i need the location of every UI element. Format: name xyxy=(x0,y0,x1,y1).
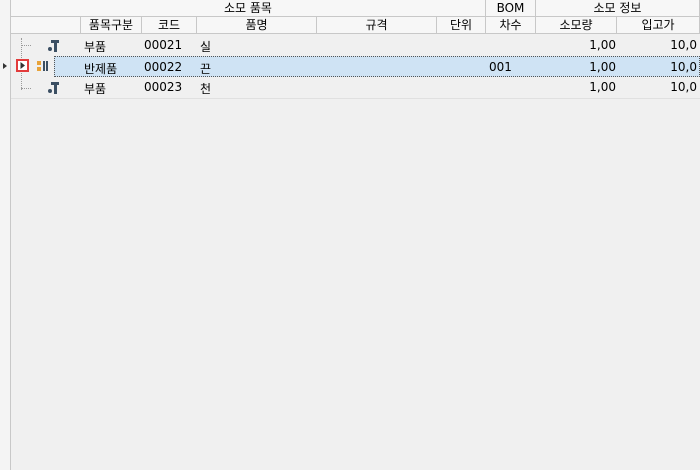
cell-code: 00021 xyxy=(144,38,183,52)
group-header-bom[interactable]: BOM xyxy=(486,0,536,17)
table-row[interactable]: 부품 00023 천 1,00 10,0 xyxy=(11,77,700,98)
header-unit[interactable]: 단위 xyxy=(437,17,486,34)
group-header-consume-info[interactable]: 소모 정보 xyxy=(536,0,700,17)
part-icon xyxy=(48,40,59,52)
cell-consumption: 1,00 xyxy=(589,80,616,94)
cell-unit-price: 10,0 xyxy=(670,60,697,74)
bom-grid[interactable]: 소모 품목 BOM 소모 정보 품목구분 코드 품명 규격 단위 차수 소모량 … xyxy=(0,0,700,470)
header-item-name[interactable]: 품명 xyxy=(197,17,317,34)
grid-bottom-divider xyxy=(11,98,700,99)
cell-item-name: 천 xyxy=(200,82,212,96)
cell-unit-price: 10,0 xyxy=(670,80,697,94)
cell-consumption: 1,00 xyxy=(589,60,616,74)
cell-unit-price: 10,0 xyxy=(670,38,697,52)
table-row[interactable]: 부품 00021 실 1,00 10,0 xyxy=(11,35,700,56)
cell-code: 00022 xyxy=(144,60,183,74)
cell-item-name: 끈 xyxy=(200,62,212,76)
header-item-type[interactable]: 품목구분 xyxy=(81,17,142,34)
expand-toggle-icon[interactable] xyxy=(16,59,29,72)
group-header-consumed-item[interactable]: 소모 품목 xyxy=(11,0,486,17)
header-consumption[interactable]: 소모량 xyxy=(536,17,617,34)
header-unit-price[interactable]: 입고가 xyxy=(617,17,700,34)
header-tree xyxy=(11,17,81,34)
header-code[interactable]: 코드 xyxy=(142,17,197,34)
header-spec[interactable]: 규격 xyxy=(317,17,437,34)
header-revision[interactable]: 차수 xyxy=(486,17,536,34)
part-icon xyxy=(48,82,59,94)
cell-revision: 001 xyxy=(489,60,512,74)
current-row-pointer-icon xyxy=(3,63,7,69)
cell-consumption: 1,00 xyxy=(589,38,616,52)
semi-finished-icon xyxy=(37,61,48,71)
cell-item-name: 실 xyxy=(200,40,212,54)
cell-item-type: 부품 xyxy=(84,82,107,96)
row-indicator-column xyxy=(0,0,11,470)
table-row-selected[interactable]: 반제품 00022 끈 001 1,00 10,0 xyxy=(54,56,700,77)
cell-item-type: 부품 xyxy=(84,40,107,54)
cell-item-type: 반제품 xyxy=(84,62,118,76)
cell-code: 00023 xyxy=(144,80,183,94)
